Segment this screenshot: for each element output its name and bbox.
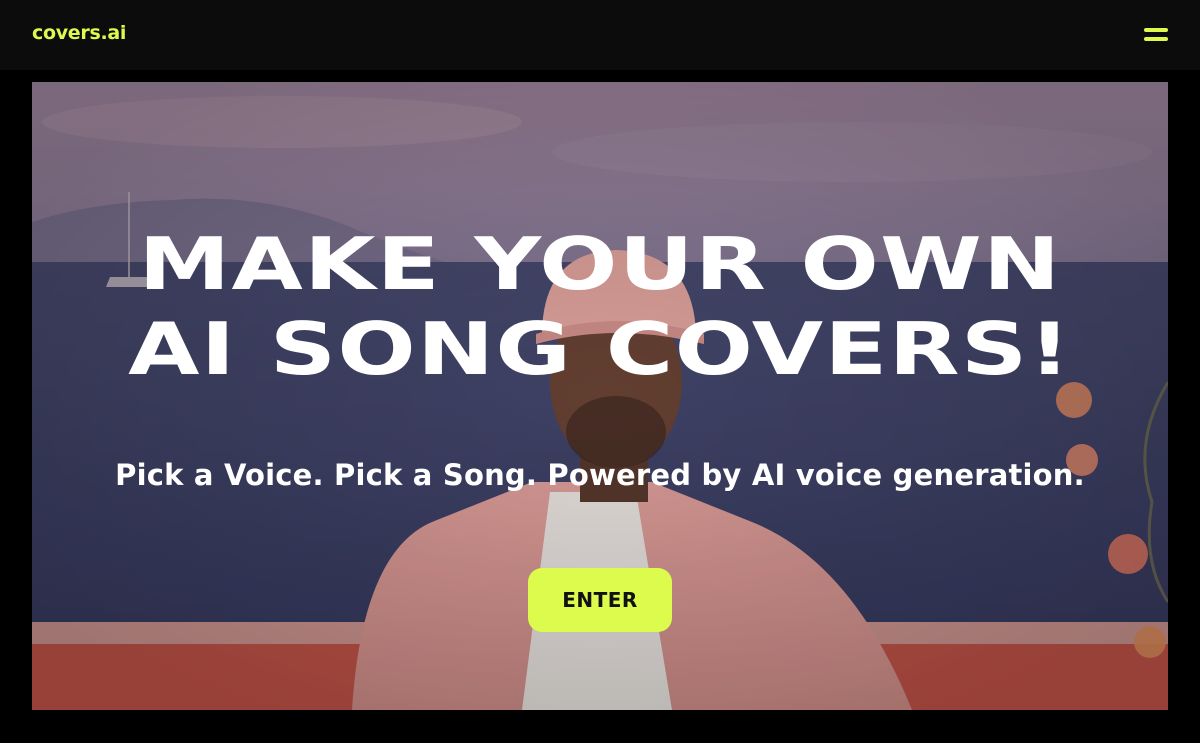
site-logo[interactable]: covers.ai <box>32 22 126 44</box>
top-navigation-bar: covers.ai <box>0 0 1200 70</box>
hero-section: MAKE YOUR OWN AI SONG COVERS! Pick a Voi… <box>32 82 1168 710</box>
enter-button[interactable]: ENTER <box>528 568 672 632</box>
headline-line-2: AI SONG COVERS! <box>128 307 1072 391</box>
hamburger-menu-icon[interactable] <box>1144 26 1168 44</box>
headline-line-1: MAKE YOUR OWN <box>138 222 1062 306</box>
hero-headline: MAKE YOUR OWN AI SONG COVERS! <box>32 222 1168 392</box>
menu-line-top <box>1144 28 1168 32</box>
hero-subheadline: Pick a Voice. Pick a Song. Powered by AI… <box>115 458 1085 492</box>
menu-line-bottom <box>1144 37 1168 41</box>
